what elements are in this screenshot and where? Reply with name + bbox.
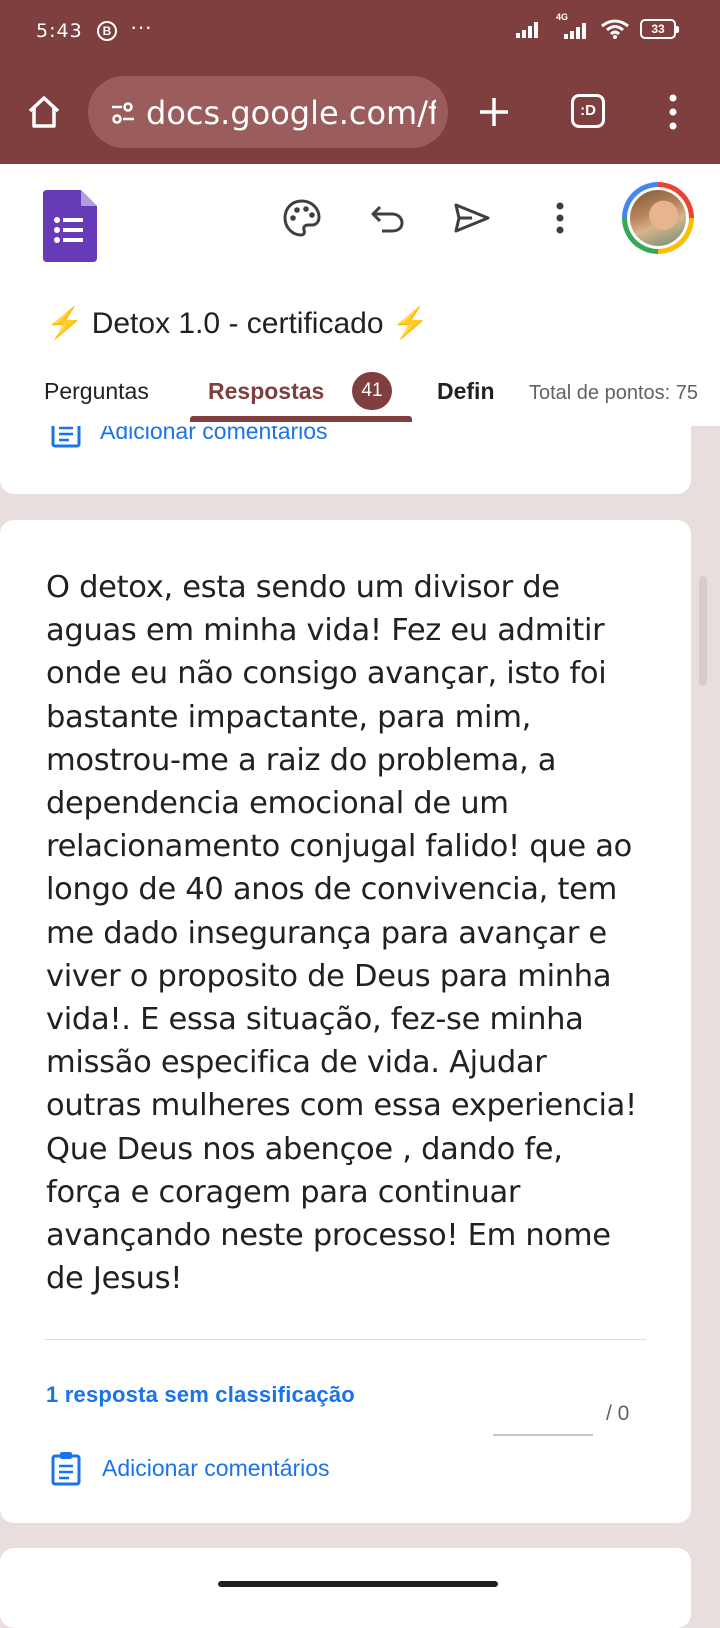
account-avatar[interactable] [622,182,694,254]
send-icon[interactable] [452,198,492,238]
profile-photo [630,190,686,246]
tab-responses[interactable]: Respostas [208,378,324,405]
tab-questions[interactable]: Perguntas [44,378,149,405]
browser-toolbar: docs.google.com/forms :D [0,66,720,164]
wifi-icon [601,19,629,39]
form-title-text: Detox 1.0 - certificado [91,307,384,340]
lightning-emoji: ⚡ [391,307,430,340]
gesture-navigation-handle[interactable] [218,1581,498,1587]
previous-response-card: Adicionar comentários [0,426,691,494]
more-notifications-icon: ··· [130,14,152,39]
ungraded-responses-link[interactable]: 1 resposta sem classificação [46,1382,355,1408]
status-bar: 5:43 B ··· 4G 33 [0,0,720,66]
undo-icon[interactable] [368,198,408,238]
add-comment-button[interactable]: Adicionar comentários [50,1450,330,1486]
url-text: docs.google.com/forms [146,94,436,132]
score-input[interactable] [493,1434,593,1436]
response-card: O detox, esta sendo um divisor de aguas … [0,520,691,1523]
comment-clipboard-icon [51,426,81,448]
divider [45,1339,646,1340]
palette-icon[interactable] [282,198,322,238]
signal-4g-icon: 4G [556,12,590,40]
responses-count-badge: 41 [352,372,392,410]
forms-header: ⚡ Detox 1.0 - certificado ⚡ Perguntas Re… [0,164,720,426]
scrollbar[interactable] [699,576,707,686]
tab-settings[interactable]: Defin [437,378,503,405]
score-max: / 0 [606,1402,630,1425]
url-bar[interactable]: docs.google.com/forms [88,76,448,148]
status-icons: 4G 33 [516,12,679,40]
more-options-icon[interactable] [540,198,580,238]
signal-icon [516,22,538,38]
next-response-card [0,1548,691,1628]
new-tab-icon[interactable] [474,92,514,132]
points-total: Total de pontos: 75 [528,382,698,404]
tab-switcher-button[interactable]: :D [571,94,605,128]
home-icon[interactable] [24,92,64,132]
active-tab-indicator [190,416,412,422]
notification-b-icon: B [97,21,117,41]
comment-clipboard-icon [51,1452,81,1486]
add-comment-label: Adicionar comentários [102,1454,330,1481]
site-settings-icon[interactable] [110,102,136,124]
battery-icon: 33 [640,19,679,39]
browser-menu-icon[interactable] [665,92,681,132]
status-time: 5:43 [36,20,83,42]
form-title: ⚡ Detox 1.0 - certificado ⚡ [46,306,429,341]
google-forms-logo-icon[interactable] [43,190,97,262]
add-comment-label: Adicionar comentários [100,426,328,444]
add-comment-button[interactable]: Adicionar comentários [50,426,328,448]
response-answer-text: O detox, esta sendo um divisor de aguas … [46,570,637,1297]
lightning-emoji: ⚡ [46,307,84,340]
